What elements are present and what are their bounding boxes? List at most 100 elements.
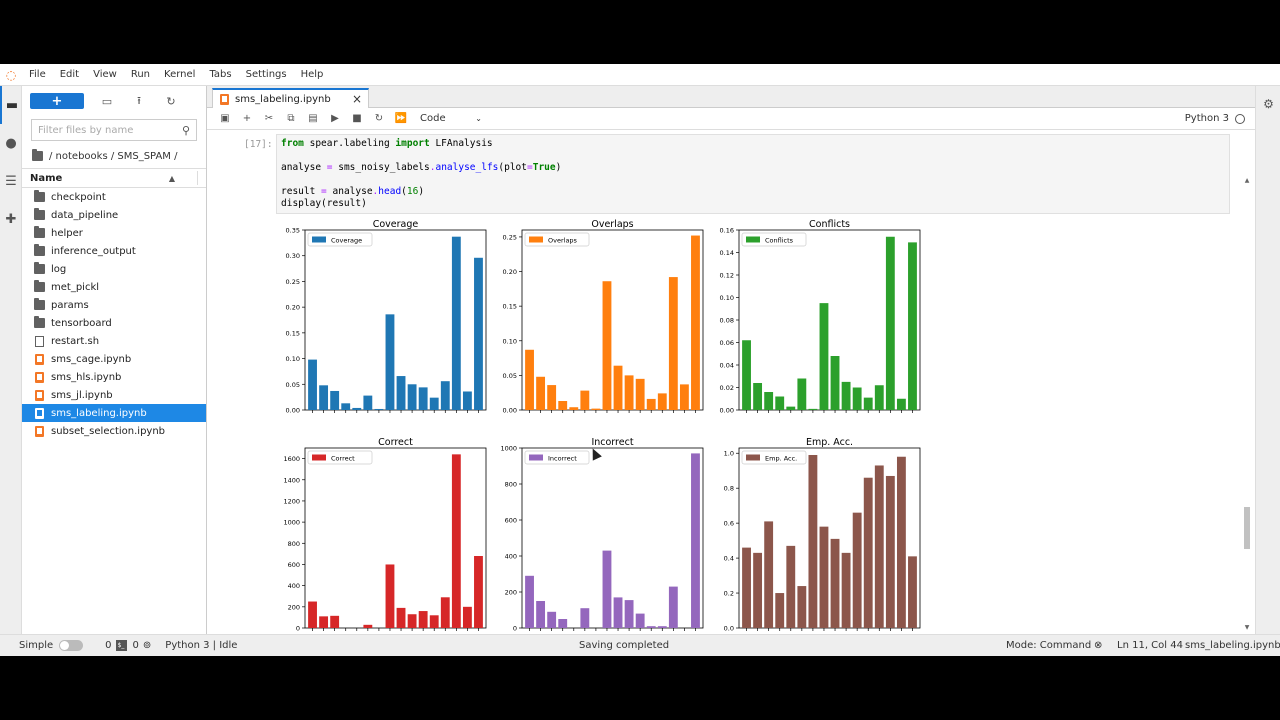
bar	[885, 236, 895, 410]
notebook-scrollbar[interactable]: ▲ ▼	[1243, 177, 1251, 631]
save-icon[interactable]: ▣	[214, 109, 236, 129]
code-line: result = analyse.head(16)	[281, 186, 1225, 198]
extension-puzzle-icon[interactable]: ✚	[0, 200, 22, 238]
file-item[interactable]: checkpoint	[22, 188, 206, 206]
file-item[interactable]: log	[22, 260, 206, 278]
chart-svg: Correct 0 200 400 600 800 1000 1200 1400 1600 Corr…	[283, 437, 487, 633]
menu-tabs[interactable]: Tabs	[202, 69, 238, 80]
file-item[interactable]: params	[22, 296, 206, 314]
notebook-icon	[35, 389, 44, 401]
bar	[635, 613, 645, 628]
add-cell-icon[interactable]: +	[236, 109, 258, 129]
menu-view[interactable]: View	[86, 69, 124, 80]
new-folder-icon[interactable]: ▭	[98, 93, 116, 109]
menu-help[interactable]: Help	[294, 69, 331, 80]
chart-conflicts: Conflicts 0.00 0.02 0.04 0.06 0.08 0.10 0.12 0.1…	[709, 218, 923, 422]
folder-icon	[34, 208, 45, 220]
bar	[319, 385, 329, 410]
file-item[interactable]: data_pipeline	[22, 206, 206, 224]
file-item[interactable]: sms_labeling.ipynb	[22, 404, 206, 422]
file-item-label: subset_selection.ipynb	[51, 425, 166, 437]
scroll-down-icon[interactable]: ▼	[1243, 624, 1251, 631]
file-item-label: sms_hls.ipynb	[51, 371, 122, 383]
sort-arrow-icon[interactable]: ▲	[169, 174, 175, 183]
chart-svg: Overlaps 0.00 0.05 0.10 0.15 0.20 0.25 Overlaps	[503, 219, 704, 415]
cell-type-select[interactable]: Code ⌄	[420, 113, 482, 124]
file-item-label: tensorboard	[51, 317, 112, 329]
menu-edit[interactable]: Edit	[53, 69, 86, 80]
scroll-up-icon[interactable]: ▲	[1243, 177, 1251, 184]
y-tick-label: 1000	[283, 519, 300, 527]
bar	[635, 378, 645, 410]
new-launcher-button[interactable]: +	[30, 93, 84, 109]
left-activity-bar: ▬ ● ☰ ✚	[0, 86, 22, 634]
copy-icon[interactable]: ⧉	[280, 109, 302, 129]
file-item[interactable]: inference_output	[22, 242, 206, 260]
bar	[580, 608, 590, 628]
menu-file[interactable]: File	[22, 69, 53, 80]
code-cell-editor[interactable]: from spear.labeling import LFAnalysis an…	[276, 134, 1230, 214]
cut-icon[interactable]: ✂	[258, 109, 280, 129]
filter-input[interactable]	[38, 124, 182, 136]
search-icon: ⚲	[181, 123, 190, 137]
scrollbar-thumb[interactable]	[1244, 507, 1250, 549]
chart-svg: Conflicts 0.00 0.02 0.04 0.06 0.08 0.10 0.12 0.1…	[720, 219, 921, 415]
folder-icon[interactable]	[32, 149, 43, 161]
bug-icon[interactable]: ⊗	[1094, 640, 1102, 651]
chart-svg: Coverage 0.00 0.05 0.10 0.15 0.20 0.25 0.30 0.35…	[286, 219, 487, 415]
bar	[808, 454, 818, 628]
bar	[385, 314, 395, 410]
code-token: 16	[406, 186, 419, 197]
cursor-position[interactable]: Ln 11, Col 44	[1117, 640, 1183, 651]
notebook-mode[interactable]: Mode: Command	[1006, 640, 1091, 651]
kernel-state[interactable]: Python 3 | Idle	[165, 640, 237, 651]
tab-notebook[interactable]: sms_labeling.ipynb ×	[212, 88, 369, 108]
close-icon[interactable]: ×	[352, 92, 362, 106]
menu-run[interactable]: Run	[124, 69, 157, 80]
run-icon[interactable]: ▶	[324, 109, 346, 129]
simple-mode-toggle[interactable]	[59, 640, 84, 651]
property-inspector-gear-icon[interactable]: ⚙	[1256, 86, 1280, 122]
bar	[440, 381, 450, 410]
kernels-count[interactable]: 0 ⊚	[133, 640, 152, 651]
chart-svg: Incorrect 0 200 400 600 800 1000 Incorrect	[500, 437, 704, 633]
running-sessions-icon[interactable]: ●	[0, 124, 22, 162]
folder-icon[interactable]: ▬	[0, 86, 22, 124]
terminals-count[interactable]: 0 $_	[105, 640, 127, 651]
refresh-icon[interactable]: ↻	[162, 93, 180, 109]
legend-swatch	[529, 236, 543, 243]
file-item[interactable]: sms_hls.ipynb	[22, 368, 206, 386]
file-item[interactable]: tensorboard	[22, 314, 206, 332]
file-item[interactable]: sms_jl.ipynb	[22, 386, 206, 404]
file-item[interactable]: subset_selection.ipynb	[22, 422, 206, 440]
bar	[764, 392, 774, 410]
menu-kernel[interactable]: Kernel	[157, 69, 202, 80]
bar	[547, 385, 557, 410]
file-item[interactable]: met_pickl	[22, 278, 206, 296]
kernel-indicator[interactable]: Python 3	[1185, 113, 1245, 124]
file-item-label: inference_output	[51, 245, 136, 257]
file-item[interactable]: restart.sh	[22, 332, 206, 350]
y-tick-label: 0.35	[286, 227, 300, 235]
bar	[429, 397, 439, 410]
restart-icon[interactable]: ↻	[368, 109, 390, 129]
breadcrumb-path[interactable]: / notebooks / SMS_SPAM /	[49, 151, 177, 162]
file-item-label: sms_jl.ipynb	[51, 389, 113, 401]
bar	[569, 407, 579, 410]
column-name-header[interactable]: Name	[30, 173, 62, 184]
y-tick-label: 0.05	[286, 381, 300, 389]
upload-icon[interactable]: ⭱	[130, 93, 148, 109]
menu-settings[interactable]: Settings	[239, 69, 294, 80]
paste-icon[interactable]: ▤	[302, 109, 324, 129]
right-sidebar: ⚙	[1255, 86, 1280, 634]
input-prompt: [17]:	[244, 139, 273, 150]
file-item-label: log	[51, 263, 67, 275]
file-item[interactable]: sms_cage.ipynb	[22, 350, 206, 368]
table-of-contents-icon[interactable]: ☰	[0, 162, 22, 200]
bar	[624, 600, 634, 628]
stop-icon[interactable]: ■	[346, 109, 368, 129]
fast-forward-icon[interactable]: ⏩	[390, 109, 412, 129]
notebook-icon	[35, 425, 44, 437]
file-item[interactable]: helper	[22, 224, 206, 242]
y-tick-label: 0.25	[503, 233, 517, 241]
